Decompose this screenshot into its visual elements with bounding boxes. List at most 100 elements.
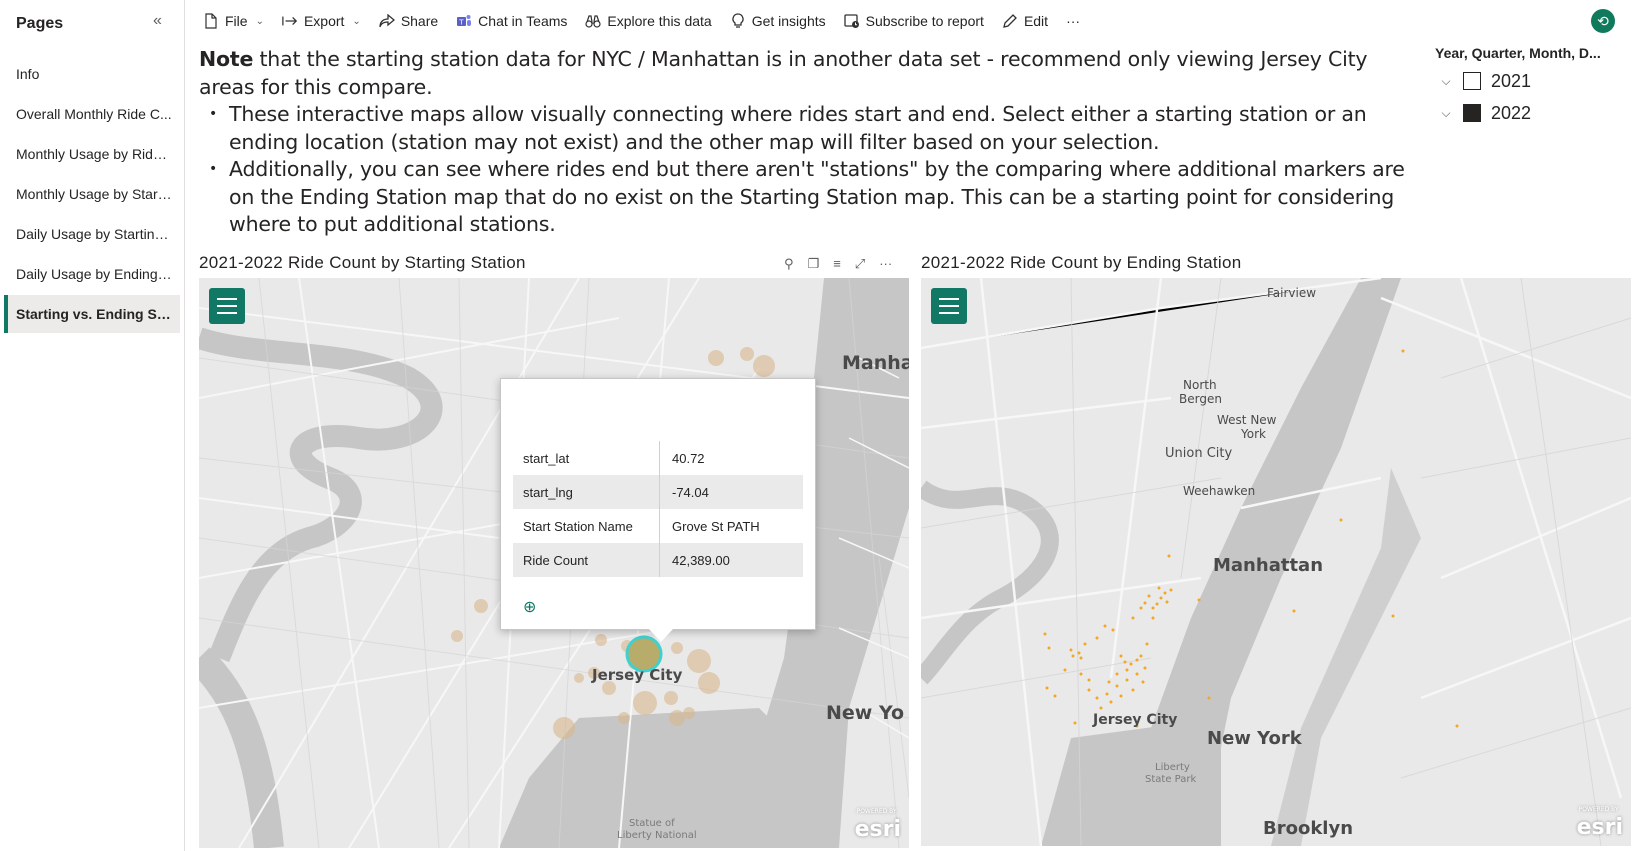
tooltip-value: -74.04 bbox=[672, 484, 709, 500]
tooltip-value: Grove St PATH bbox=[672, 518, 760, 534]
chevron-down-icon[interactable]: ⌵ bbox=[1435, 106, 1457, 121]
subscribe-label: Subscribe to report bbox=[865, 13, 984, 29]
note-textbox: Note that the starting station data for … bbox=[199, 46, 1409, 239]
checkbox-2021[interactable] bbox=[1463, 72, 1481, 90]
collapse-pane-icon[interactable]: « bbox=[153, 12, 162, 30]
tooltip-value: 40.72 bbox=[672, 450, 705, 466]
map-label: Jersey City bbox=[592, 666, 683, 684]
map-label: New York bbox=[1207, 728, 1302, 749]
share-icon bbox=[379, 13, 395, 29]
page-item-start-vs-end[interactable]: Starting vs. Ending Stat... bbox=[4, 295, 180, 333]
map-label: Bergen bbox=[1179, 392, 1222, 406]
map-label: Brooklyn bbox=[1263, 818, 1354, 839]
note-bold: Note bbox=[199, 47, 254, 71]
map-label: New Yo bbox=[826, 702, 905, 724]
get-insights-button[interactable]: Get insights bbox=[721, 0, 835, 42]
tooltip-row: start_lng -74.04 bbox=[513, 475, 803, 509]
map-tooltip: start_lat 40.72 start_lng -74.04 Start S… bbox=[500, 378, 816, 642]
visual-header-icons: ⚲ ❐ ≡ ⤢ ··· bbox=[784, 256, 892, 272]
slicer-item-label: 2021 bbox=[1491, 70, 1532, 91]
chevron-down-icon[interactable]: ⌵ bbox=[1435, 74, 1457, 89]
chevron-down-icon: ⌄ bbox=[352, 15, 361, 27]
map-label: Jersey City bbox=[1093, 712, 1178, 728]
note-bullets: These interactive maps allow visually co… bbox=[199, 101, 1409, 239]
slicer-item-label: 2022 bbox=[1491, 102, 1532, 123]
map-label: Weehawken bbox=[1183, 484, 1256, 498]
zoom-in-icon[interactable]: ⊕ bbox=[523, 597, 536, 617]
map-label: Liberty National bbox=[617, 830, 697, 841]
map-label: Liberty bbox=[1155, 762, 1190, 773]
page-item-label: Monthly Usage by Starti... bbox=[16, 186, 172, 202]
file-menu-button[interactable]: File ⌄ bbox=[194, 0, 273, 42]
page-item-label: Info bbox=[16, 66, 40, 82]
end-station-map[interactable]: Fairview North Bergen West New York Unio… bbox=[921, 278, 1631, 846]
tooltip-key: start_lat bbox=[513, 441, 660, 475]
esri-powered-by: POWERED BY bbox=[1578, 806, 1619, 813]
report-toolbar: File ⌄ Export ⌄ Share T Chat in Teams Ex… bbox=[186, 0, 1636, 42]
chevron-down-icon: ⌄ bbox=[255, 15, 264, 27]
export-menu-button[interactable]: Export ⌄ bbox=[273, 0, 370, 42]
filter-icon[interactable]: ≡ bbox=[833, 256, 841, 272]
map-label: Fairview bbox=[1267, 286, 1317, 300]
map-label: State Park bbox=[1145, 774, 1197, 785]
slicer-item-2022[interactable]: ⌵ 2022 bbox=[1435, 97, 1636, 129]
page-item-label: Starting vs. Ending Stat... bbox=[16, 306, 172, 322]
share-button[interactable]: Share bbox=[370, 0, 447, 42]
esri-logo: POWERED BY esri bbox=[854, 808, 901, 842]
chat-label: Chat in Teams bbox=[478, 13, 568, 29]
document-icon bbox=[203, 13, 219, 29]
esri-powered-by: POWERED BY bbox=[856, 808, 897, 815]
file-label: File bbox=[225, 13, 248, 29]
note-bullet: These interactive maps allow visually co… bbox=[209, 101, 1409, 156]
chat-in-teams-button[interactable]: T Chat in Teams bbox=[447, 0, 576, 42]
checkbox-2022[interactable] bbox=[1463, 104, 1481, 122]
refresh-icon[interactable]: ⟲ bbox=[1591, 9, 1615, 33]
insights-label: Get insights bbox=[751, 13, 826, 29]
export-label: Export bbox=[303, 13, 345, 29]
map-label: Manha bbox=[842, 352, 909, 374]
slicer-title: Year, Quarter, Month, D... bbox=[1435, 45, 1601, 61]
map-label: York bbox=[1241, 427, 1266, 441]
map-menu-button[interactable] bbox=[931, 288, 967, 324]
page-item-label: Monthly Usage by Rider... bbox=[16, 146, 172, 162]
tooltip-value: 42,389.00 bbox=[672, 552, 730, 568]
focus-mode-icon[interactable]: ⤢ bbox=[855, 256, 865, 272]
note-intro: Note that the starting station data for … bbox=[199, 46, 1409, 101]
page-item-daily-ending[interactable]: Daily Usage by Ending S... bbox=[4, 255, 180, 293]
slicer-item-2021[interactable]: ⌵ 2021 bbox=[1435, 65, 1636, 97]
page-item-label: Daily Usage by Starting ... bbox=[16, 226, 172, 242]
copy-icon[interactable]: ❐ bbox=[808, 256, 820, 272]
lightbulb-icon bbox=[730, 13, 746, 29]
page-list: Info Overall Monthly Ride C... Monthly U… bbox=[4, 55, 180, 335]
map-label: Union City bbox=[1165, 446, 1233, 461]
explore-label: Explore this data bbox=[607, 13, 712, 29]
note-bullet: Additionally, you can see where rides en… bbox=[209, 156, 1409, 239]
page-item-info[interactable]: Info bbox=[4, 55, 180, 93]
more-options-icon[interactable]: ··· bbox=[879, 256, 892, 272]
more-options-button[interactable]: ··· bbox=[1057, 0, 1089, 42]
explore-data-button[interactable]: Explore this data bbox=[576, 0, 720, 42]
tooltip-table: start_lat 40.72 start_lng -74.04 Start S… bbox=[513, 441, 803, 577]
edit-label: Edit bbox=[1023, 13, 1049, 29]
page-item-monthly-starting[interactable]: Monthly Usage by Starti... bbox=[4, 175, 180, 213]
subscribe-mail-icon bbox=[843, 13, 860, 29]
note-intro-text: that the starting station data for NYC /… bbox=[199, 47, 1368, 99]
more-options-icon: ··· bbox=[1066, 13, 1081, 29]
date-hierarchy-slicer: Year, Quarter, Month, D... ⌵ 2021 ⌵ 2022 bbox=[1435, 45, 1636, 129]
esri-logo-text: esri bbox=[854, 817, 901, 842]
page-item-daily-starting[interactable]: Daily Usage by Starting ... bbox=[4, 215, 180, 253]
page-item-overall-monthly[interactable]: Overall Monthly Ride C... bbox=[4, 95, 180, 133]
tooltip-key: Ride Count bbox=[513, 543, 660, 577]
edit-button[interactable]: Edit bbox=[993, 0, 1057, 42]
map-label: West New bbox=[1217, 413, 1277, 427]
map-label: Statue of bbox=[629, 818, 675, 829]
esri-logo-text: esri bbox=[1576, 815, 1623, 840]
start-map-title: 2021-2022 Ride Count by Starting Station bbox=[199, 253, 526, 272]
share-label: Share bbox=[400, 13, 439, 29]
page-item-monthly-rider[interactable]: Monthly Usage by Rider... bbox=[4, 135, 180, 173]
subscribe-button[interactable]: Subscribe to report bbox=[835, 0, 993, 42]
pin-icon[interactable]: ⚲ bbox=[784, 256, 794, 272]
pages-title: Pages bbox=[16, 15, 64, 32]
map-menu-button[interactable] bbox=[209, 288, 245, 324]
svg-text:T: T bbox=[458, 19, 464, 27]
